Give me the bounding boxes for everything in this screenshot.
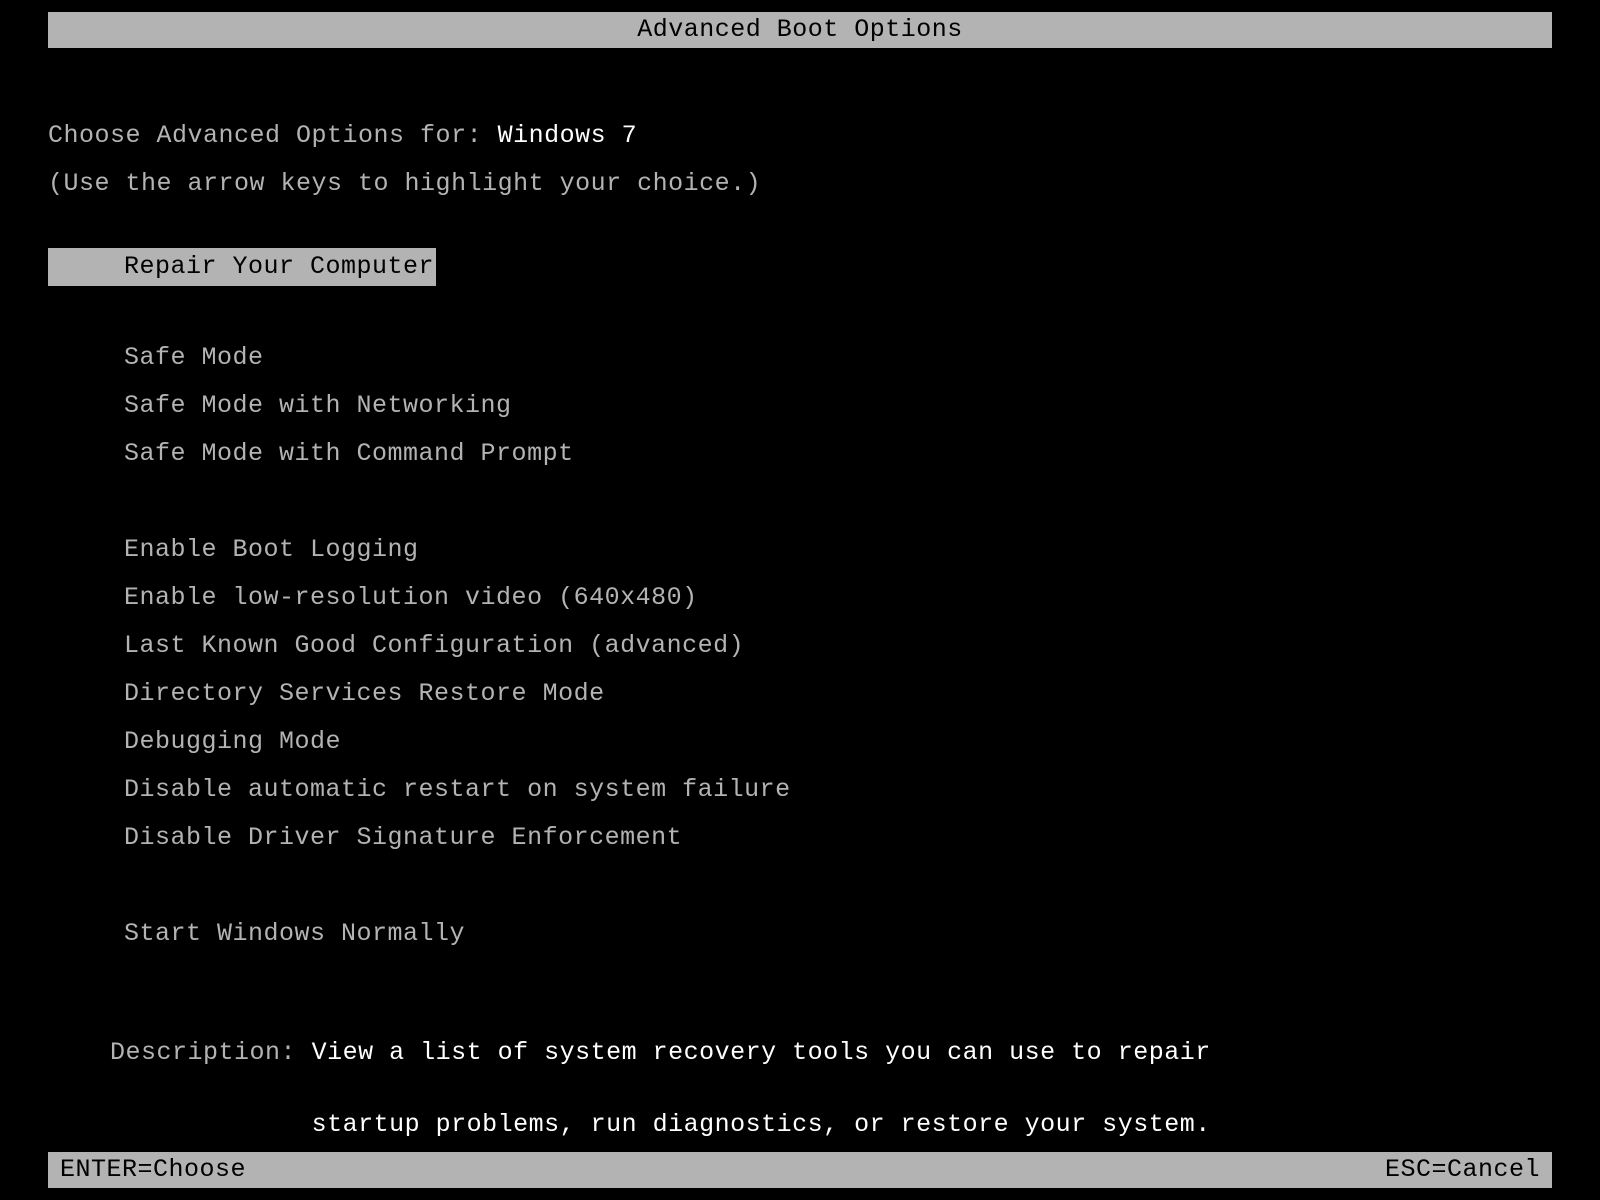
menu-item[interactable]: Safe Mode (48, 334, 264, 382)
menu-item[interactable]: Last Known Good Configuration (advanced) (48, 622, 744, 670)
hint-line: (Use the arrow keys to highlight your ch… (48, 166, 761, 202)
menu-item[interactable]: Repair Your Computer (48, 248, 436, 286)
menu-item[interactable]: Disable Driver Signature Enforcement (48, 814, 682, 862)
menu-item[interactable]: Debugging Mode (48, 718, 341, 766)
footer-bar: ENTER=Choose ESC=Cancel (48, 1152, 1552, 1188)
description-pad (110, 1110, 312, 1139)
description-line-1: View a list of system recovery tools you… (312, 1038, 1211, 1067)
title-bar: Advanced Boot Options (48, 12, 1552, 48)
menu-item[interactable]: Disable automatic restart on system fail… (48, 766, 791, 814)
description-line-2: startup problems, run diagnostics, or re… (312, 1110, 1211, 1139)
prompt-label: Choose Advanced Options for: (48, 121, 498, 150)
footer-enter: ENTER=Choose (60, 1152, 246, 1188)
menu-item[interactable]: Start Windows Normally (48, 910, 465, 958)
menu-gap (48, 478, 791, 526)
menu-item[interactable]: Safe Mode with Command Prompt (48, 430, 574, 478)
prompt-line: Choose Advanced Options for: Windows 7 (48, 118, 637, 154)
footer-esc: ESC=Cancel (1385, 1152, 1540, 1188)
title-text: Advanced Boot Options (637, 15, 963, 44)
os-name: Windows 7 (498, 121, 638, 150)
menu-gap (48, 286, 791, 334)
menu-item[interactable]: Directory Services Restore Mode (48, 670, 605, 718)
description-label: Description: (110, 1038, 312, 1067)
menu-item[interactable]: Safe Mode with Networking (48, 382, 512, 430)
boot-menu[interactable]: Repair Your ComputerSafe ModeSafe Mode w… (48, 248, 791, 958)
menu-item[interactable]: Enable low-resolution video (640x480) (48, 574, 698, 622)
menu-item[interactable]: Enable Boot Logging (48, 526, 419, 574)
menu-gap (48, 862, 791, 910)
